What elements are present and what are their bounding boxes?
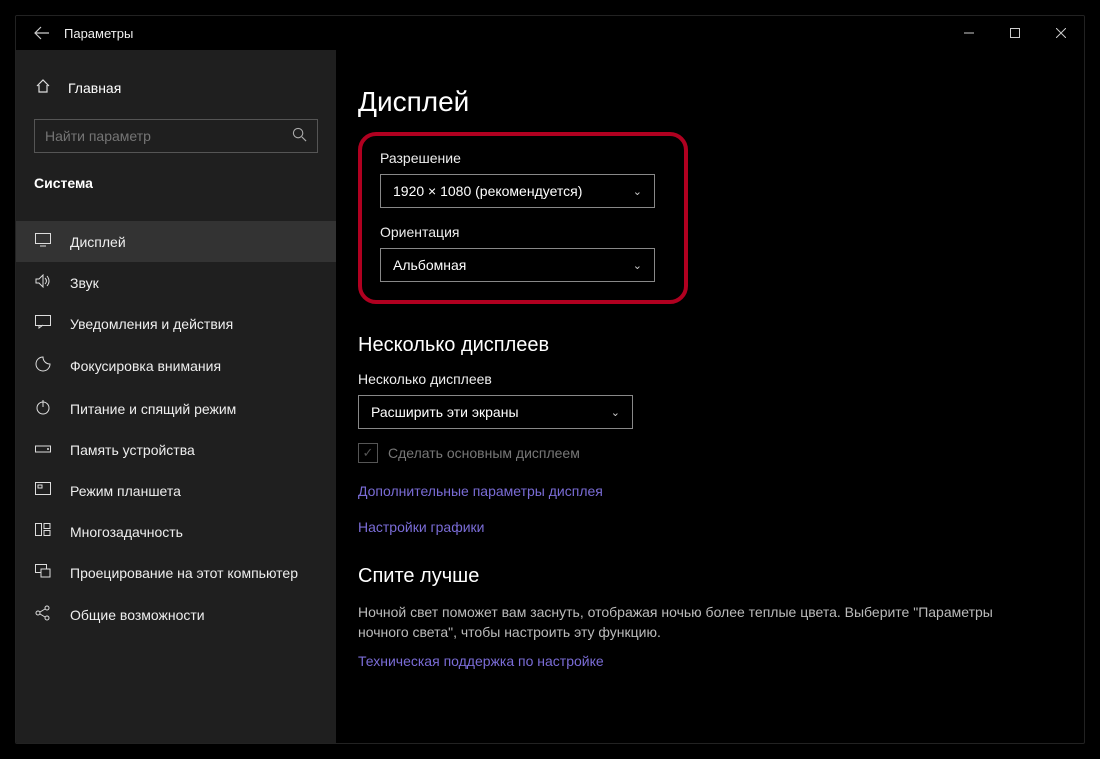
notifications-icon <box>34 315 52 332</box>
focus-icon <box>34 356 52 375</box>
sidebar-item-multitask[interactable]: Многозадачность <box>16 511 336 552</box>
sidebar-item-label: Дисплей <box>70 234 126 250</box>
sidebar-item-sound[interactable]: Звук <box>16 262 336 303</box>
shared-icon <box>34 605 52 624</box>
sidebar-item-label: Общие возможности <box>70 607 205 623</box>
multi-displays-label: Несколько дисплеев <box>358 371 1084 387</box>
sidebar-item-label: Уведомления и действия <box>70 316 233 332</box>
sound-icon <box>34 274 52 291</box>
multi-displays-title: Несколько дисплеев <box>358 334 1084 357</box>
home-button[interactable]: Главная <box>16 68 336 107</box>
sidebar-item-notifications[interactable]: Уведомления и действия <box>16 303 336 344</box>
sidebar-item-focus[interactable]: Фокусировка внимания <box>16 344 336 387</box>
home-icon <box>34 78 52 97</box>
highlight-box: Разрешение 1920 × 1080 (рекомендуется) ⌄… <box>358 132 688 304</box>
window-title: Параметры <box>64 26 133 41</box>
chevron-down-icon: ⌄ <box>633 185 642 198</box>
sleep-better-title: Спите лучше <box>358 565 1084 588</box>
tablet-icon <box>34 482 52 499</box>
resolution-value: 1920 × 1080 (рекомендуется) <box>393 183 582 199</box>
make-primary-label: Сделать основным дисплеем <box>388 445 580 461</box>
display-icon <box>34 233 52 250</box>
sidebar-item-display[interactable]: Дисплей <box>16 221 336 262</box>
checkbox-icon: ✓ <box>358 443 378 463</box>
sidebar-item-label: Память устройства <box>70 442 195 458</box>
sidebar-item-tablet[interactable]: Режим планшета <box>16 470 336 511</box>
maximize-button[interactable] <box>992 16 1038 50</box>
orientation-value: Альбомная <box>393 257 466 273</box>
back-button[interactable] <box>24 16 60 50</box>
chevron-down-icon: ⌄ <box>611 406 620 419</box>
sidebar-item-power[interactable]: Питание и спящий режим <box>16 387 336 430</box>
resolution-label: Разрешение <box>380 150 666 166</box>
search-icon <box>292 127 307 145</box>
power-icon <box>34 399 52 418</box>
sidebar: Главная Система Дисплей Звук Уведомления <box>16 50 336 743</box>
multitask-icon <box>34 523 52 540</box>
sidebar-item-label: Проецирование на этот компьютер <box>70 565 298 581</box>
sidebar-item-label: Питание и спящий режим <box>70 401 236 417</box>
projecting-icon <box>34 564 52 581</box>
back-arrow-icon <box>34 25 50 41</box>
home-label: Главная <box>68 80 121 96</box>
make-primary-checkbox: ✓ Сделать основным дисплеем <box>358 443 1084 463</box>
sidebar-item-label: Режим планшета <box>70 483 181 499</box>
minimize-button[interactable] <box>946 16 992 50</box>
sidebar-item-projecting[interactable]: Проецирование на этот компьютер <box>16 552 336 593</box>
multi-displays-value: Расширить эти экраны <box>371 404 519 420</box>
orientation-dropdown[interactable]: Альбомная ⌄ <box>380 248 655 282</box>
sleep-better-body: Ночной свет поможет вам заснуть, отображ… <box>358 602 998 643</box>
storage-icon <box>34 442 52 458</box>
resolution-dropdown[interactable]: 1920 × 1080 (рекомендуется) ⌄ <box>380 174 655 208</box>
multi-displays-dropdown[interactable]: Расширить эти экраны ⌄ <box>358 395 633 429</box>
sidebar-item-label: Многозадачность <box>70 524 183 540</box>
content-pane: Дисплей Разрешение 1920 × 1080 (рекоменд… <box>336 50 1084 743</box>
sidebar-item-label: Звук <box>70 275 99 291</box>
orientation-label: Ориентация <box>380 224 666 240</box>
close-button[interactable] <box>1038 16 1084 50</box>
sidebar-item-storage[interactable]: Память устройства <box>16 430 336 470</box>
titlebar: Параметры <box>16 16 1084 50</box>
search-field[interactable] <box>45 128 292 144</box>
sidebar-item-label: Фокусировка внимания <box>70 358 221 374</box>
chevron-down-icon: ⌄ <box>633 259 642 272</box>
search-input[interactable] <box>34 119 318 153</box>
sidebar-section-title: Система <box>16 171 336 205</box>
sidebar-item-shared[interactable]: Общие возможности <box>16 593 336 636</box>
graphics-settings-link[interactable]: Настройки графики <box>358 519 1084 535</box>
advanced-display-link[interactable]: Дополнительные параметры дисплея <box>358 483 1084 499</box>
page-title: Дисплей <box>358 86 1084 118</box>
help-link[interactable]: Техническая поддержка по настройке <box>358 653 1084 669</box>
